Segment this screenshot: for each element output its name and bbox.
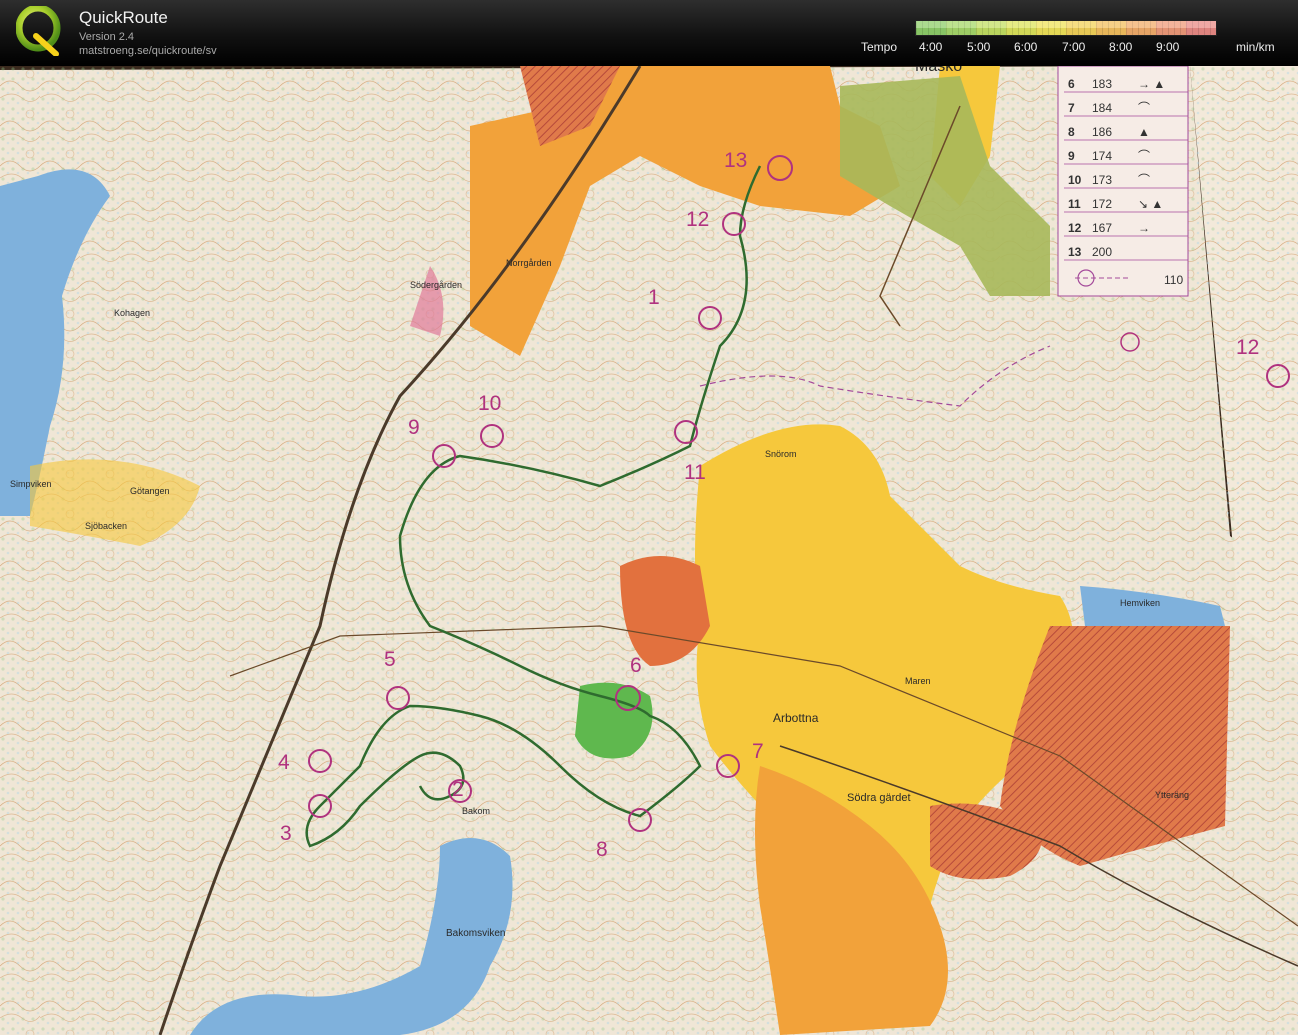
orienteering-map[interactable]: Simpviken Götangen Sjöbacken Kohagen Nor…: [0, 66, 1298, 1035]
place-label: Kohagen: [114, 308, 150, 318]
place-label: Simpviken: [10, 479, 52, 489]
tempo-color-cell: [1036, 21, 1066, 35]
tempo-color-cell: [1156, 21, 1186, 35]
control-description-symbol: → ▲: [1138, 77, 1165, 91]
control-description-code: 172: [1092, 197, 1112, 211]
control-description-code: 167: [1092, 221, 1112, 235]
tempo-tick: 8:00: [1109, 40, 1133, 54]
tempo-tick: 5:00: [967, 40, 991, 54]
control-description-number: 6: [1068, 77, 1075, 91]
place-label: Arbottna: [773, 711, 819, 725]
quickroute-logo-icon: [16, 6, 61, 56]
tempo-color-cell: [1066, 21, 1096, 35]
place-label: Snörom: [765, 449, 797, 459]
tempo-tick: 6:00: [1014, 40, 1038, 54]
control-description-number: 8: [1068, 125, 1075, 139]
tempo-color-cell: [1006, 21, 1036, 35]
place-label: Bakom: [462, 806, 490, 816]
control-number: 3: [280, 822, 292, 845]
app-version: Version 2.4: [79, 31, 135, 43]
place-label: Maren: [905, 676, 931, 686]
place-label: Sjöbacken: [85, 521, 127, 531]
control-description-number: 11: [1068, 197, 1081, 211]
control-description-symbol: ⌒: [1138, 101, 1150, 115]
place-label: Bakomsviken: [446, 928, 505, 939]
tempo-color-cell: [916, 21, 946, 35]
place-label: Hemviken: [1120, 598, 1160, 608]
tempo-unit: min/km: [1236, 40, 1275, 54]
tempo-tick: 4:00: [919, 40, 943, 54]
control-description-code: 173: [1092, 173, 1112, 187]
map-canvas[interactable]: Simpviken Götangen Sjöbacken Kohagen Nor…: [0, 66, 1298, 1035]
control-description-number: 10: [1068, 173, 1082, 187]
control-description-number: 13: [1068, 245, 1082, 259]
place-label: Norrgården: [506, 258, 552, 268]
tempo-tick: 9:00: [1156, 40, 1180, 54]
tempo-color-cell: [1186, 21, 1216, 35]
control-description-code: 183: [1092, 77, 1112, 91]
control-description-table: 6 183 → ▲ 7 184 ⌒ 8 186 ▲ 9 174 ⌒ 10 173 ⌒ 11 172 ↘ ▲ 12 16…: [1057, 66, 1189, 297]
control-description-symbol: →: [1138, 221, 1150, 235]
control-number: 6: [630, 654, 642, 677]
app-name: QuickRoute: [79, 8, 168, 27]
control-description-code: 186: [1092, 125, 1112, 139]
place-label: Södergården: [410, 280, 462, 290]
control-description-code: 200: [1092, 245, 1112, 259]
tempo-tick: 7:00: [1062, 40, 1086, 54]
tempo-color-cell: [946, 21, 976, 35]
place-label: Södra gärdet: [847, 792, 911, 804]
place-label: Götangen: [130, 486, 170, 496]
tempo-color-cell: [1126, 21, 1156, 35]
control-description-number: 9: [1068, 149, 1075, 163]
place-label: Ytteräng: [1155, 790, 1189, 800]
control-number: 12: [686, 208, 709, 231]
control-description-symbol: ▲: [1138, 125, 1150, 139]
place-label: Måsko: [915, 66, 962, 75]
control-number: 5: [384, 648, 396, 671]
control-number: 7: [752, 740, 764, 763]
control-description-number: 7: [1068, 101, 1075, 115]
tempo-color-bar: [915, 20, 1217, 36]
finish-distance: 110: [1164, 273, 1183, 287]
tempo-color-cell: [976, 21, 1006, 35]
app-url: matstroeng.se/quickroute/sv: [79, 45, 217, 57]
control-number: 11: [684, 461, 706, 484]
control-number: 12: [1236, 336, 1259, 359]
app-header: QuickRoute Version 2.4 matstroeng.se/qui…: [0, 0, 1298, 66]
control-description-symbol: ↘ ▲: [1138, 197, 1163, 211]
control-number: 1: [648, 286, 660, 309]
control-description-number: 12: [1068, 221, 1082, 235]
tempo-color-cell: [1096, 21, 1126, 35]
control-number: 8: [596, 838, 608, 861]
control-number: 2: [452, 778, 464, 801]
control-description-code: 184: [1092, 101, 1112, 115]
control-number: 9: [408, 416, 420, 439]
control-description-symbol: ⌒: [1138, 149, 1150, 163]
tempo-label: Tempo: [861, 40, 898, 54]
control-number: 4: [278, 751, 290, 774]
control-number: 13: [724, 149, 747, 172]
control-number: 10: [478, 392, 501, 415]
control-description-symbol: ⌒: [1138, 173, 1150, 187]
control-description-code: 174: [1092, 149, 1112, 163]
